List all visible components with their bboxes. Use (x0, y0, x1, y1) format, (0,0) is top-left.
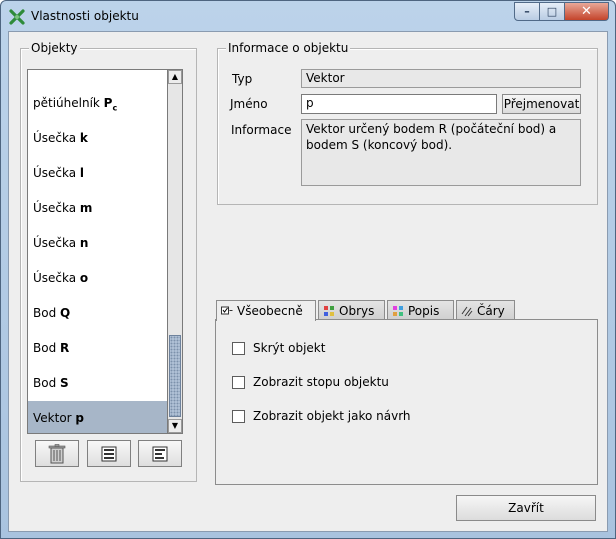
tab-lines-label: Čáry (477, 303, 505, 318)
list-item-type: Úsečka (33, 166, 80, 180)
show-trace-row[interactable]: Zobrazit stopu objektu (232, 375, 389, 389)
tab-general[interactable]: Všeobecně (216, 300, 316, 321)
list-item[interactable]: Vektor p (28, 401, 167, 433)
tab-outline-label: Obrys (339, 303, 375, 318)
close-window-button[interactable]: ✕ (565, 2, 609, 21)
scroll-down-icon[interactable]: ▼ (168, 419, 182, 433)
list-item-type: Úsečka (33, 131, 80, 145)
name-input[interactable]: p (301, 94, 497, 114)
hide-object-checkbox[interactable] (232, 341, 245, 355)
list-item-name: l (79, 166, 85, 180)
tab-label[interactable]: Popis (387, 300, 454, 320)
tab-outline[interactable]: Obrys (318, 300, 385, 320)
tab-general-label: Všeobecně (237, 304, 303, 318)
info-label: Informace (231, 123, 292, 137)
info-textarea[interactable]: Vektor určený bodem R (počáteční bod) a … (301, 119, 581, 186)
list-item-subscript: c (112, 103, 118, 113)
close-button[interactable]: Zavřít (456, 495, 596, 521)
show-as-draft-label: Zobrazit objekt jako návrh (253, 409, 411, 423)
list-detail-icon (152, 446, 168, 461)
list-item-name: p (75, 411, 84, 425)
window-title: Vlastnosti objektu (31, 9, 139, 23)
outline-icon (324, 305, 334, 316)
list-item[interactable]: Bod Q (28, 296, 167, 331)
list-item[interactable]: Bod R (28, 331, 167, 366)
type-field: Vektor (301, 69, 581, 88)
list-item-type: Bod (33, 376, 61, 390)
show-as-draft-row[interactable]: Zobrazit objekt jako návrh (232, 409, 411, 423)
geogebra-app-icon (9, 9, 25, 25)
show-as-draft-checkbox[interactable] (232, 409, 245, 423)
list-item-name: m (79, 201, 93, 215)
list-item-name: o (79, 271, 89, 285)
list-item[interactable]: Úsečka n (28, 226, 167, 261)
list-item-type: pětiúhelník (33, 96, 104, 110)
list-item-name: Q (60, 306, 71, 320)
general-icon (221, 306, 233, 315)
list-item[interactable]: Bod S (28, 366, 167, 401)
list-item-name: k (79, 131, 88, 145)
scroll-thumb[interactable] (169, 335, 181, 417)
list-item-type: Úsečka (33, 236, 80, 250)
list-item-type: Vektor (33, 411, 76, 425)
lines-icon (461, 306, 473, 316)
list-item[interactable]: Úsečka m (28, 191, 167, 226)
list-item-name: S (60, 376, 69, 390)
list-item-partial (28, 70, 167, 86)
list-item-type: Úsečka (33, 271, 80, 285)
show-trace-label: Zobrazit stopu objektu (253, 375, 389, 389)
object-list-scrollbar[interactable]: ▲ ▼ (168, 69, 183, 434)
trash-icon (48, 443, 66, 463)
minimize-button[interactable]: – (514, 2, 540, 21)
list-item[interactable]: Úsečka o (28, 261, 167, 296)
object-list[interactable]: pětiúhelník Pc Úsečka k Úsečka l Úsečka m Ús… (27, 69, 168, 434)
scroll-up-icon[interactable]: ▲ (168, 70, 182, 84)
list-item-type: Úsečka (33, 201, 80, 215)
list-item[interactable]: pětiúhelník Pc (28, 86, 167, 121)
maximize-button[interactable]: □ (540, 2, 565, 21)
rename-button[interactable]: Přejmenovat (502, 94, 581, 114)
hide-object-label: Skrýt objekt (253, 341, 326, 355)
tab-label-label: Popis (408, 303, 440, 318)
detail-view-button[interactable] (138, 440, 182, 467)
list-item-name: n (79, 236, 89, 250)
show-trace-checkbox[interactable] (232, 375, 245, 389)
title-bar[interactable]: Vlastnosti objektu – □ ✕ (1, 1, 615, 31)
list-item[interactable]: Úsečka k (28, 121, 167, 156)
object-info-legend: Informace o objektu (226, 41, 351, 55)
hide-object-row[interactable]: Skrýt objekt (232, 341, 325, 355)
list-view-button[interactable] (87, 440, 131, 467)
list-icon (101, 446, 117, 461)
list-item-type: Bod (33, 341, 61, 355)
list-item-name: R (60, 341, 70, 355)
list-item[interactable]: Úsečka l (28, 156, 167, 191)
type-label: Typ (232, 72, 253, 86)
list-item-type: Bod (33, 306, 61, 320)
delete-object-button[interactable] (35, 440, 79, 467)
tab-lines[interactable]: Čáry (456, 300, 515, 320)
name-label: Jméno (230, 97, 268, 111)
objects-legend: Objekty (29, 41, 80, 55)
label-icon (393, 305, 403, 316)
